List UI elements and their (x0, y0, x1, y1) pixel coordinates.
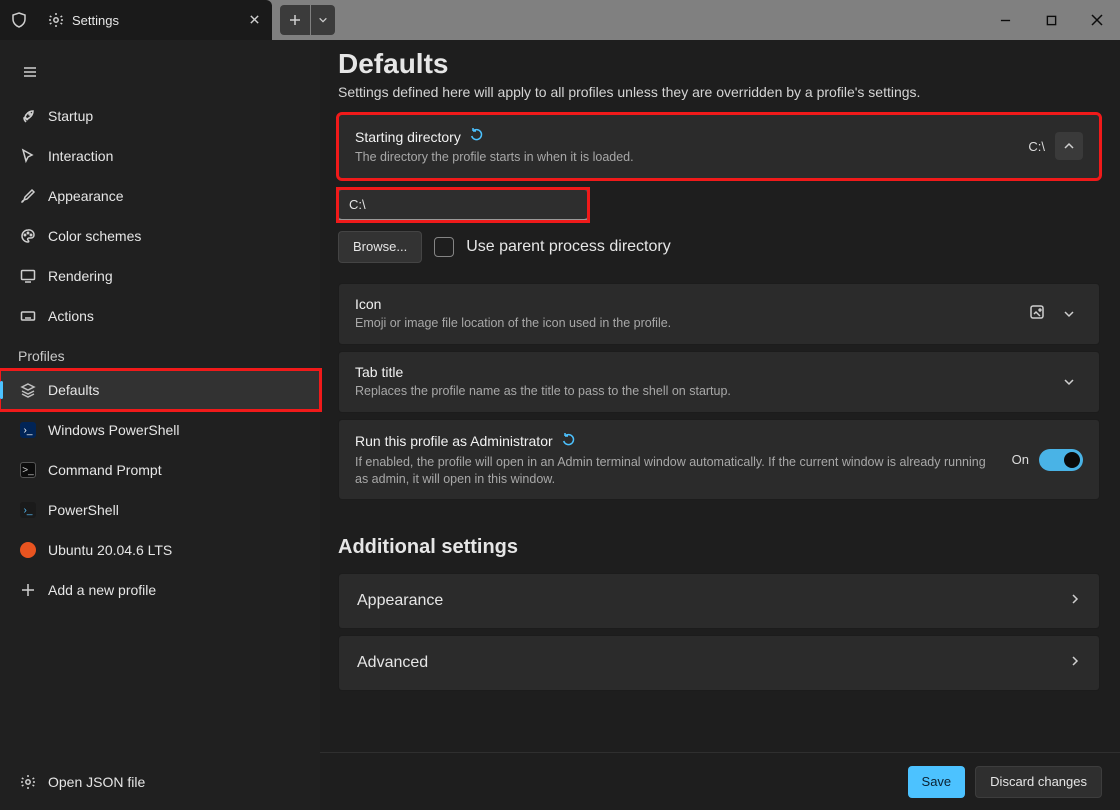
sidebar-item-appearance[interactable]: Appearance (0, 176, 320, 216)
sidebar-item-label: Actions (48, 308, 94, 324)
setting-title: Icon (355, 296, 381, 312)
chevron-down-icon[interactable] (1055, 300, 1083, 328)
setting-title: Tab title (355, 364, 403, 380)
window-controls (982, 0, 1120, 40)
sidebar-item-label: Appearance (48, 188, 124, 204)
hamburger-button[interactable] (10, 52, 50, 92)
starting-directory-input[interactable] (338, 189, 588, 221)
sidebar-item-actions[interactable]: Actions (0, 296, 320, 336)
cmd-icon: >_ (20, 462, 48, 478)
tab-label: Settings (72, 13, 119, 28)
setting-starting-directory[interactable]: Starting directory The directory the pro… (338, 114, 1100, 179)
save-button[interactable]: Save (908, 766, 966, 798)
discard-button[interactable]: Discard changes (975, 766, 1102, 798)
setting-title: Run this profile as Administrator (355, 433, 553, 449)
rocket-icon (20, 108, 48, 124)
sidebar-profiles-header: Profiles (0, 336, 320, 370)
sidebar-item-color-schemes[interactable]: Color schemes (0, 216, 320, 256)
nav-label: Appearance (357, 592, 443, 610)
sidebar-item-label: Startup (48, 108, 93, 124)
icon-preview-icon (1029, 304, 1045, 323)
main-content: Defaults Settings defined here will appl… (320, 40, 1120, 797)
chevron-right-icon (1069, 592, 1081, 610)
brush-icon (20, 188, 48, 204)
ubuntu-icon (20, 542, 48, 558)
sidebar-item-rendering[interactable]: Rendering (0, 256, 320, 296)
footer-actions: Save Discard changes (320, 752, 1120, 810)
use-parent-label: Use parent process directory (466, 238, 671, 256)
sidebar-item-label: Windows PowerShell (48, 422, 180, 438)
sidebar-item-label: Command Prompt (48, 462, 162, 478)
sidebar-item-label: Open JSON file (48, 774, 145, 790)
sidebar-item-label: PowerShell (48, 502, 119, 518)
sidebar-item-powershell[interactable]: ›_ PowerShell (0, 490, 320, 530)
nav-label: Advanced (357, 654, 428, 672)
keyboard-icon (20, 308, 48, 324)
newtab-button[interactable] (280, 5, 310, 35)
setting-description: Replaces the profile name as the title t… (355, 383, 995, 400)
sidebar-item-ubuntu[interactable]: Ubuntu 20.04.6 LTS (0, 530, 320, 570)
gear-icon (20, 774, 48, 790)
nav-appearance[interactable]: Appearance (338, 573, 1100, 629)
setting-description: If enabled, the profile will open in an … (355, 454, 995, 488)
starting-directory-panel: Browse... Use parent process directory (338, 189, 1100, 269)
powershell-icon: ›_ (20, 422, 48, 438)
tab-close-icon[interactable] (249, 12, 260, 28)
sidebar-item-add-profile[interactable]: Add a new profile (0, 570, 320, 610)
sidebar-item-windows-powershell[interactable]: ›_ Windows PowerShell (0, 410, 320, 450)
sidebar-item-open-json[interactable]: Open JSON file (0, 762, 320, 802)
chevron-up-icon[interactable] (1055, 132, 1083, 160)
window-close-button[interactable] (1074, 0, 1120, 40)
browse-button[interactable]: Browse... (338, 231, 422, 263)
sidebar-item-label: Ubuntu 20.04.6 LTS (48, 542, 172, 558)
setting-description: The directory the profile starts in when… (355, 149, 995, 166)
toggle-state-label: On (1012, 452, 1029, 467)
sidebar-item-startup[interactable]: Startup (0, 96, 320, 136)
setting-summary-value: C:\ (1028, 139, 1045, 154)
sidebar-item-label: Rendering (48, 268, 113, 284)
page-description: Settings defined here will apply to all … (338, 84, 1100, 100)
sidebar-item-label: Defaults (48, 382, 99, 398)
setting-tab-title[interactable]: Tab title Replaces the profile name as t… (338, 351, 1100, 413)
pwsh-icon: ›_ (20, 502, 48, 518)
palette-icon (20, 228, 48, 244)
sidebar-item-defaults[interactable]: Defaults (0, 370, 320, 410)
setting-icon[interactable]: Icon Emoji or image file location of the… (338, 283, 1100, 345)
tab-settings[interactable]: Settings (38, 0, 272, 40)
newtab-controls (272, 0, 335, 40)
window-minimize-button[interactable] (982, 0, 1028, 40)
sidebar-item-interaction[interactable]: Interaction (0, 136, 320, 176)
window-maximize-button[interactable] (1028, 0, 1074, 40)
sidebar-item-label: Add a new profile (48, 582, 156, 598)
cursor-icon (20, 148, 48, 164)
sidebar-item-label: Interaction (48, 148, 113, 164)
sidebar-item-label: Color schemes (48, 228, 141, 244)
setting-title: Starting directory (355, 129, 461, 145)
layers-icon (20, 382, 48, 398)
reset-icon[interactable] (561, 432, 577, 451)
setting-run-as-admin[interactable]: Run this profile as Administrator If ena… (338, 419, 1100, 501)
additional-settings-header: Additional settings (338, 536, 1100, 559)
newtab-dropdown[interactable] (311, 5, 335, 35)
admin-toggle[interactable] (1039, 449, 1083, 471)
window-titlebar: Settings (0, 0, 1120, 40)
setting-description: Emoji or image file location of the icon… (355, 315, 995, 332)
page-title: Defaults (338, 48, 1100, 80)
app-shield-icon (0, 0, 38, 40)
chevron-right-icon (1069, 654, 1081, 672)
chevron-down-icon[interactable] (1055, 368, 1083, 396)
monitor-icon (20, 268, 48, 284)
nav-advanced[interactable]: Advanced (338, 635, 1100, 691)
plus-icon (20, 582, 48, 598)
reset-icon[interactable] (469, 127, 485, 146)
use-parent-checkbox[interactable] (434, 237, 454, 257)
sidebar-item-command-prompt[interactable]: >_ Command Prompt (0, 450, 320, 490)
sidebar: Startup Interaction Appearance Color sch… (0, 40, 320, 810)
